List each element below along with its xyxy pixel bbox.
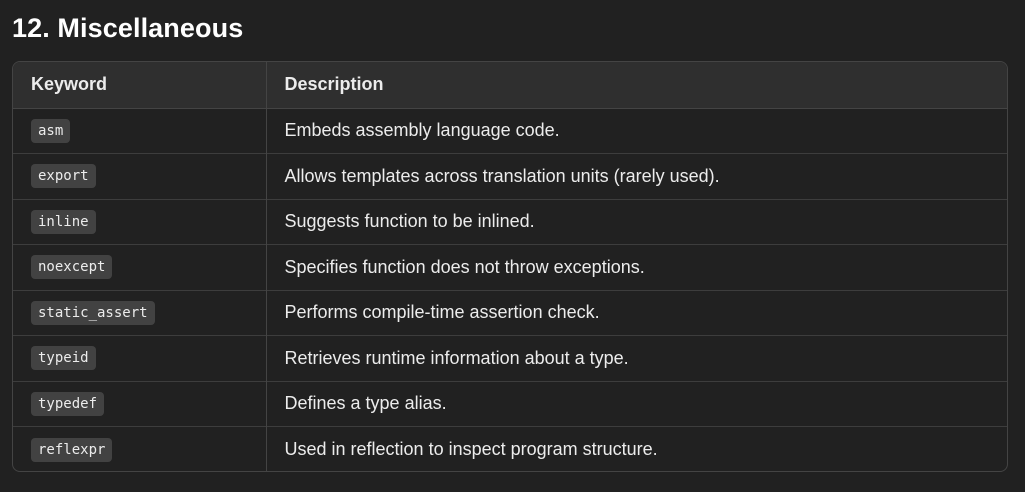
description-cell: Used in reflection to inspect program st… <box>265 426 1007 471</box>
table-header: Keyword Description <box>13 62 1007 109</box>
keyword-code: typedef <box>31 391 105 416</box>
table-row: typeid Retrieves runtime information abo… <box>13 335 1007 381</box>
table-row: inline Suggests function to be inlined. <box>13 198 1007 245</box>
keyword-cell: inline <box>13 198 266 245</box>
description-cell: Defines a type alias. <box>265 380 1007 427</box>
keyword-cell: static_assert <box>13 289 266 336</box>
table-row: export Allows templates across translati… <box>13 153 1007 199</box>
table-header-row: Keyword Description <box>13 62 1007 109</box>
description-cell: Allows templates across translation unit… <box>265 153 1007 199</box>
keyword-code: inline <box>31 209 96 234</box>
keywords-table: Keyword Description asm Embeds assembly … <box>13 62 1007 471</box>
description-cell: Suggests function to be inlined. <box>265 198 1007 245</box>
keyword-code: reflexpr <box>31 437 113 462</box>
keyword-cell: typedef <box>13 380 266 427</box>
table-row: reflexpr Used in reflection to inspect p… <box>13 426 1007 471</box>
keyword-cell: export <box>13 153 266 199</box>
keyword-cell: reflexpr <box>13 426 266 471</box>
keyword-code: typeid <box>31 346 96 371</box>
keyword-cell: asm <box>13 108 266 154</box>
column-header-description: Description <box>265 62 1007 109</box>
table-body: asm Embeds assembly language code. expor… <box>13 108 1007 471</box>
keyword-cell: typeid <box>13 335 266 381</box>
keyword-code: static_assert <box>31 300 155 325</box>
table-row: noexcept Specifies function does not thr… <box>13 244 1007 290</box>
table-row: static_assert Performs compile-time asse… <box>13 289 1007 336</box>
keyword-code: noexcept <box>31 255 113 280</box>
keywords-table-container: Keyword Description asm Embeds assembly … <box>12 61 1008 472</box>
keyword-code: asm <box>31 118 71 143</box>
keyword-cell: noexcept <box>13 244 266 290</box>
description-cell: Retrieves runtime information about a ty… <box>265 335 1007 381</box>
description-cell: Performs compile-time assertion check. <box>265 289 1007 336</box>
description-cell: Specifies function does not throw except… <box>265 244 1007 290</box>
section-heading: 12. Miscellaneous <box>12 13 244 43</box>
table-row: asm Embeds assembly language code. <box>13 108 1007 154</box>
column-header-keyword: Keyword <box>13 62 266 109</box>
table-row: typedef Defines a type alias. <box>13 380 1007 427</box>
keyword-code: export <box>31 164 96 189</box>
description-cell: Embeds assembly language code. <box>265 108 1007 154</box>
